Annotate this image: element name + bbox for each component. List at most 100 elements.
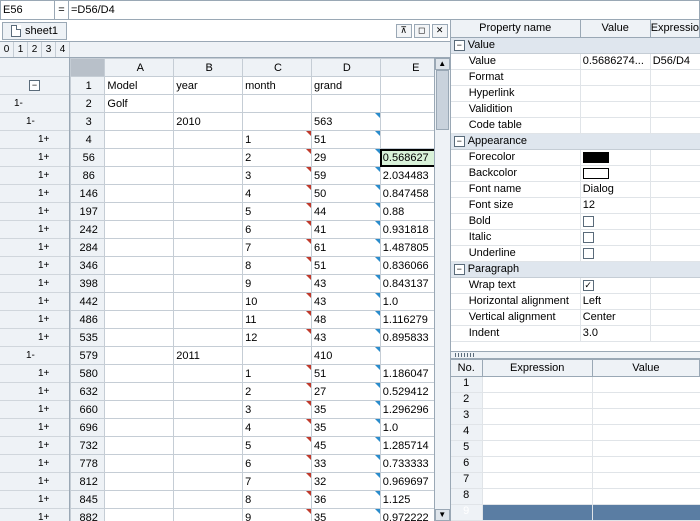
cell[interactable]: 10 (243, 293, 312, 311)
cell[interactable] (105, 311, 174, 329)
property-value[interactable] (581, 246, 651, 261)
property-row[interactable]: Code table (451, 118, 700, 134)
expr-cell-expression[interactable] (483, 457, 593, 472)
cell[interactable] (105, 131, 174, 149)
property-row[interactable]: Font size12 (451, 198, 700, 214)
cell[interactable]: Golf (105, 95, 174, 113)
cell[interactable] (105, 491, 174, 509)
cell[interactable] (105, 509, 174, 521)
row-number[interactable]: 579 (71, 347, 105, 365)
outline-toggle[interactable]: 1+ (0, 274, 69, 292)
row-number[interactable]: 442 (71, 293, 105, 311)
property-row[interactable]: Forecolor (451, 150, 700, 166)
property-row[interactable]: Font nameDialog (451, 182, 700, 198)
outline-toggle[interactable]: 1+ (0, 382, 69, 400)
expr-cell-expression[interactable] (483, 425, 593, 440)
outline-level-0[interactable]: 0 (0, 42, 14, 57)
minus-icon[interactable]: − (454, 264, 465, 275)
property-row[interactable]: Underline (451, 246, 700, 262)
cell[interactable]: 44 (311, 203, 380, 221)
cell[interactable]: grand (311, 77, 380, 95)
cell[interactable]: 1 (243, 365, 312, 383)
sheet-tab[interactable]: sheet1 (2, 22, 67, 40)
outline-toggle[interactable]: 1+ (0, 418, 69, 436)
cell[interactable] (174, 365, 243, 383)
cell[interactable]: 35 (311, 419, 380, 437)
expression-table[interactable]: 123456789 (451, 377, 700, 521)
cell[interactable]: 8 (243, 257, 312, 275)
cell[interactable] (174, 185, 243, 203)
cell[interactable]: 41 (311, 221, 380, 239)
outline-toggle[interactable]: 1- (0, 112, 69, 130)
outline-toggle[interactable]: 1+ (0, 202, 69, 220)
row-number[interactable]: 580 (71, 365, 105, 383)
outline-collapse-icon[interactable]: − (29, 80, 40, 91)
expr-cell-value[interactable] (593, 441, 700, 456)
outline-toggle[interactable]: 1+ (0, 490, 69, 508)
property-row[interactable]: Value0.5686274...D56/D4 (451, 54, 700, 70)
cell[interactable]: 51 (311, 365, 380, 383)
cell[interactable]: 9 (243, 509, 312, 521)
outline-toggle[interactable]: 1+ (0, 328, 69, 346)
cell[interactable] (174, 509, 243, 521)
cell[interactable]: 7 (243, 239, 312, 257)
cell[interactable]: 11 (243, 311, 312, 329)
property-row[interactable]: Indent3.0 (451, 326, 700, 342)
row-number[interactable]: 660 (71, 401, 105, 419)
cell[interactable]: 48 (311, 311, 380, 329)
expr-cell-value[interactable] (593, 489, 700, 504)
cell[interactable]: 43 (311, 275, 380, 293)
cell[interactable] (174, 293, 243, 311)
property-expression[interactable] (651, 70, 700, 85)
property-group[interactable]: −Paragraph (451, 262, 700, 278)
property-value[interactable]: 12 (581, 198, 651, 213)
row-number[interactable]: 4 (71, 131, 105, 149)
outline-toggle[interactable]: 1+ (0, 310, 69, 328)
property-value[interactable] (581, 70, 651, 85)
row-number[interactable]: 632 (71, 383, 105, 401)
expression-row[interactable]: 4 (451, 425, 700, 441)
property-expression[interactable] (651, 230, 700, 245)
cell[interactable]: 35 (311, 509, 380, 521)
cell[interactable]: 51 (311, 257, 380, 275)
row-number[interactable]: 882 (71, 509, 105, 521)
minus-icon[interactable]: − (454, 136, 465, 147)
cell[interactable]: 36 (311, 491, 380, 509)
property-row[interactable]: Format (451, 70, 700, 86)
property-value[interactable]: ✓ (581, 278, 651, 293)
cell[interactable] (174, 203, 243, 221)
row-number[interactable]: 2 (71, 95, 105, 113)
cell[interactable] (174, 437, 243, 455)
cell[interactable] (174, 491, 243, 509)
expr-cell-value[interactable] (593, 425, 700, 440)
row-number[interactable]: 398 (71, 275, 105, 293)
property-expression[interactable] (651, 278, 700, 293)
expr-cell-expression[interactable] (483, 409, 593, 424)
outline-toggle[interactable]: 1+ (0, 220, 69, 238)
outline-toggle[interactable]: 1+ (0, 454, 69, 472)
property-expression[interactable] (651, 214, 700, 229)
cell[interactable]: year (174, 77, 243, 95)
expr-cell-expression[interactable] (483, 377, 593, 392)
outline-level-4[interactable]: 4 (56, 42, 70, 57)
cell[interactable]: 563 (311, 113, 380, 131)
cell[interactable]: 59 (311, 167, 380, 185)
cell[interactable] (174, 311, 243, 329)
cell[interactable] (243, 113, 312, 131)
expression-row[interactable]: 6 (451, 457, 700, 473)
outline-toggle[interactable]: 1+ (0, 238, 69, 256)
window-close-button[interactable]: ✕ (432, 24, 448, 38)
expression-row[interactable]: 2 (451, 393, 700, 409)
checkbox-icon[interactable]: ✓ (583, 280, 594, 291)
cell[interactable]: 8 (243, 491, 312, 509)
row-number[interactable]: 346 (71, 257, 105, 275)
checkbox-icon[interactable] (583, 248, 594, 259)
row-number[interactable]: 812 (71, 473, 105, 491)
window-minimize-button[interactable]: ⊼ (396, 24, 412, 38)
property-expression[interactable] (651, 326, 700, 341)
row-number[interactable]: 696 (71, 419, 105, 437)
expression-row[interactable]: 5 (451, 441, 700, 457)
outline-toggle[interactable]: 1+ (0, 148, 69, 166)
cell[interactable] (105, 149, 174, 167)
cell[interactable]: 6 (243, 455, 312, 473)
